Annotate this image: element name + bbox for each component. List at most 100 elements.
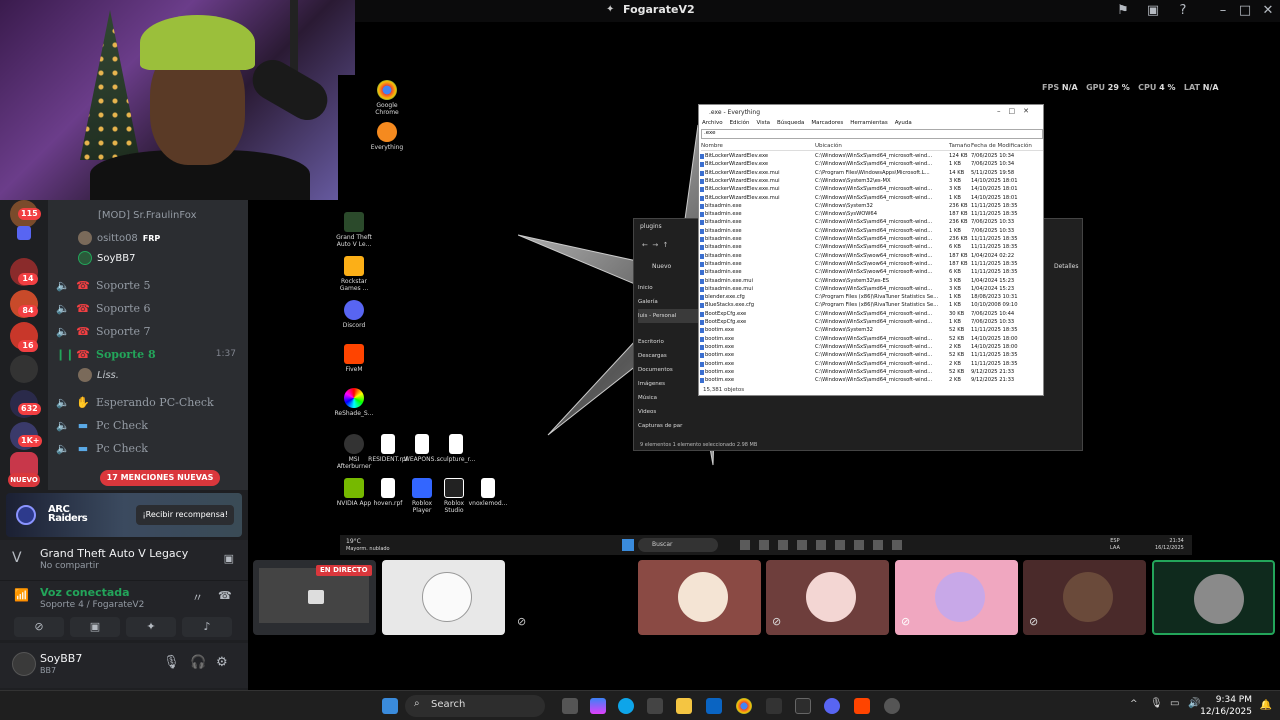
voice-user[interactable]: Liss. [78, 368, 119, 382]
desktop-icon-rockstar[interactable]: Rockstar Games ... [334, 256, 374, 292]
noise-suppression-icon[interactable]: 〃 [192, 589, 203, 605]
result-row[interactable]: bootim.exe C:\Windows\WinSxS\amd64_micros… [700, 361, 1036, 370]
new-button[interactable]: Nuevo [652, 263, 671, 270]
headphones-icon[interactable]: 🎧 [190, 655, 206, 670]
server-icon[interactable] [10, 355, 38, 383]
result-row[interactable]: BitLockerWizardElev.exe.mui C:\Windows\Wi… [700, 186, 1036, 195]
task-view-icon[interactable] [562, 698, 578, 714]
details-button[interactable]: Detalles [1054, 263, 1079, 270]
nav-item[interactable]: Capturas de par [638, 419, 700, 433]
network-icon[interactable]: ▭ [1170, 698, 1179, 709]
pinned-apps[interactable] [740, 540, 910, 550]
result-row[interactable]: BootExpCfg.exe C:\Windows\WinSxS\amd64_mi… [700, 311, 1036, 320]
participant-tile[interactable] [382, 560, 505, 635]
voice-user[interactable]: ositto08 FRP [78, 231, 160, 245]
nav-item[interactable]: Videos [638, 405, 700, 419]
result-row[interactable]: BitLockerWizardElev.exe.mui C:\Windows\Sy… [700, 178, 1036, 187]
result-row[interactable]: bitsadmin.exe C:\Windows\WinSxS\wow64_mic… [700, 253, 1036, 262]
voice-channel-active[interactable]: ❙❙ ☎ Soporte 8 1:37 [56, 344, 246, 364]
discord-icon[interactable] [824, 698, 840, 714]
obs-icon[interactable] [884, 698, 900, 714]
result-row[interactable]: BlueStacks.exe.cfg C:\Program Files (x86)… [700, 302, 1036, 311]
windows-start-icon[interactable] [382, 698, 398, 714]
settings-gear-icon[interactable]: ⚙ [216, 655, 228, 670]
weather-widget[interactable]: 19°C Mayorm. nublado [346, 538, 390, 552]
result-row[interactable]: bitsadmin.exe C:\Windows\WinSxS\amd64_mic… [700, 236, 1036, 245]
participant-tile[interactable]: ⊘ [1023, 560, 1146, 635]
xbox-icon[interactable] [795, 698, 811, 714]
fivem-icon[interactable] [854, 698, 870, 714]
desktop-icon-reshade[interactable]: ReShade_S... [334, 388, 374, 417]
stream-game-icon[interactable]: ▣ [224, 552, 234, 565]
language-indicator[interactable]: ESP LAA [1110, 538, 1120, 552]
remote-search-box[interactable]: Buscar [638, 538, 718, 552]
result-row[interactable]: bitsadmin.exe C:\Windows\SysWOW64 187 KB 11… [700, 211, 1036, 220]
voice-channel[interactable]: 🔈 ▬ Pc Check [56, 415, 246, 435]
window-controls[interactable]: –□✕ [997, 107, 1037, 115]
voice-user[interactable]: SoyBB7 [78, 251, 135, 265]
screen-share-icon[interactable]: ▣ [1145, 3, 1161, 19]
voice-channel[interactable]: 🔈 ▬ Pc Check [56, 438, 246, 458]
nav-item[interactable]: Inicio [638, 281, 700, 295]
video-off-button[interactable]: ⊘ [14, 617, 64, 637]
result-row[interactable]: BitLockerWizardElev.exe.mui C:\Windows\Wi… [700, 195, 1036, 204]
result-row[interactable]: bitsadmin.exe C:\Windows\System32 236 KB 11… [700, 203, 1036, 212]
column-header[interactable]: Fecha de Modificación [971, 143, 1032, 149]
result-row[interactable]: bootim.exe C:\Windows\WinSxS\amd64_micros… [700, 377, 1036, 386]
nav-item[interactable]: Galería [638, 295, 700, 309]
nav-item[interactable]: Documentos [638, 363, 700, 377]
nav-arrows[interactable]: ← → ↑ [642, 241, 669, 249]
desktop-icon-gta[interactable]: Grand Theft Auto V Le... [334, 212, 374, 248]
nav-item[interactable]: luis - Personal [638, 309, 700, 323]
menu-item[interactable]: Herramientas [850, 120, 887, 126]
windows-start-icon[interactable] [622, 539, 634, 551]
voice-channel[interactable]: 🔈 ✋ Esperando PC-Check [56, 392, 246, 412]
soundboard-button[interactable]: ♪ [182, 617, 232, 637]
participant-tile[interactable]: ⊘ [895, 560, 1018, 635]
nav-item[interactable]: Música [638, 391, 700, 405]
nav-item[interactable]: Escritorio [638, 335, 700, 349]
voice-channel-name[interactable]: Soporte 4 / FogarateV2 [40, 600, 144, 610]
desktop-icon-file[interactable]: sculpture_r... [436, 434, 476, 463]
result-row[interactable]: blender.exe.cfg C:\Program Files (x86)\Ri… [700, 294, 1036, 303]
result-row[interactable]: bitsadmin.exe C:\Windows\WinSxS\amd64_mic… [700, 228, 1036, 237]
store-icon[interactable] [647, 698, 663, 714]
steam-icon[interactable] [766, 698, 782, 714]
desktop-icon-everything[interactable]: Everything [367, 122, 407, 151]
participant-tile[interactable]: ⊘ [766, 560, 889, 635]
minimize-icon[interactable]: – [1215, 3, 1231, 19]
microphone-icon[interactable]: 🎙 [163, 655, 180, 670]
close-icon[interactable]: ✕ [1260, 3, 1276, 19]
claim-reward-button[interactable]: ¡Recibir recompensa! [136, 505, 234, 525]
new-mentions-badge[interactable]: 17 MENCIONES NUEVAS [100, 470, 220, 486]
voice-channel[interactable]: 🔈 ☎ Soporte 5 [56, 275, 246, 295]
desktop-icon-chrome[interactable]: Google Chrome [367, 80, 407, 116]
copilot-icon[interactable] [590, 698, 606, 714]
menu-item[interactable]: Marcadores [811, 120, 843, 126]
menu-item[interactable]: Edición [730, 120, 750, 126]
column-header[interactable]: Tamaño [949, 143, 970, 149]
menu-item[interactable]: Archivo [702, 120, 723, 126]
tray-chevron-icon[interactable]: ^ [1130, 699, 1138, 709]
result-row[interactable]: bitsadmin.exe.mui C:\Windows\System32\es-… [700, 278, 1036, 287]
menu-item[interactable]: Ayuda [895, 120, 912, 126]
participant-tile-speaking[interactable] [1152, 560, 1275, 635]
result-row[interactable]: bitsadmin.exe C:\Windows\WinSxS\amd64_mic… [700, 219, 1036, 228]
mic-tray-icon[interactable]: 🎙 [1150, 698, 1163, 709]
desktop-icon-discord[interactable]: Discord [334, 300, 374, 329]
flag-icon[interactable]: ⚑ [1115, 3, 1131, 19]
result-row[interactable]: BootExpCfg.exe C:\Windows\WinSxS\amd64_mi… [700, 319, 1036, 328]
menu-item[interactable]: Búsqueda [777, 120, 804, 126]
chrome-icon[interactable] [736, 698, 752, 714]
result-row[interactable]: bootim.exe C:\Windows\System32 52 KB 11/11/… [700, 327, 1036, 336]
result-row[interactable]: bootim.exe C:\Windows\WinSxS\amd64_micros… [700, 344, 1036, 353]
result-row[interactable]: BitLockerWizardElev.exe C:\Windows\WinSxS… [700, 153, 1036, 162]
edge-icon[interactable] [618, 698, 634, 714]
avatar[interactable] [12, 652, 36, 676]
result-row[interactable]: bitsadmin.exe C:\Windows\WinSxS\wow64_mic… [700, 261, 1036, 270]
participant-tile[interactable] [638, 560, 761, 635]
screen-share-button[interactable]: ▣ [70, 617, 120, 637]
maximize-icon[interactable]: □ [1237, 3, 1253, 19]
taskbar-search[interactable]: ⌕ Search [405, 695, 545, 717]
result-row[interactable]: bootim.exe C:\Windows\WinSxS\amd64_micros… [700, 336, 1036, 345]
